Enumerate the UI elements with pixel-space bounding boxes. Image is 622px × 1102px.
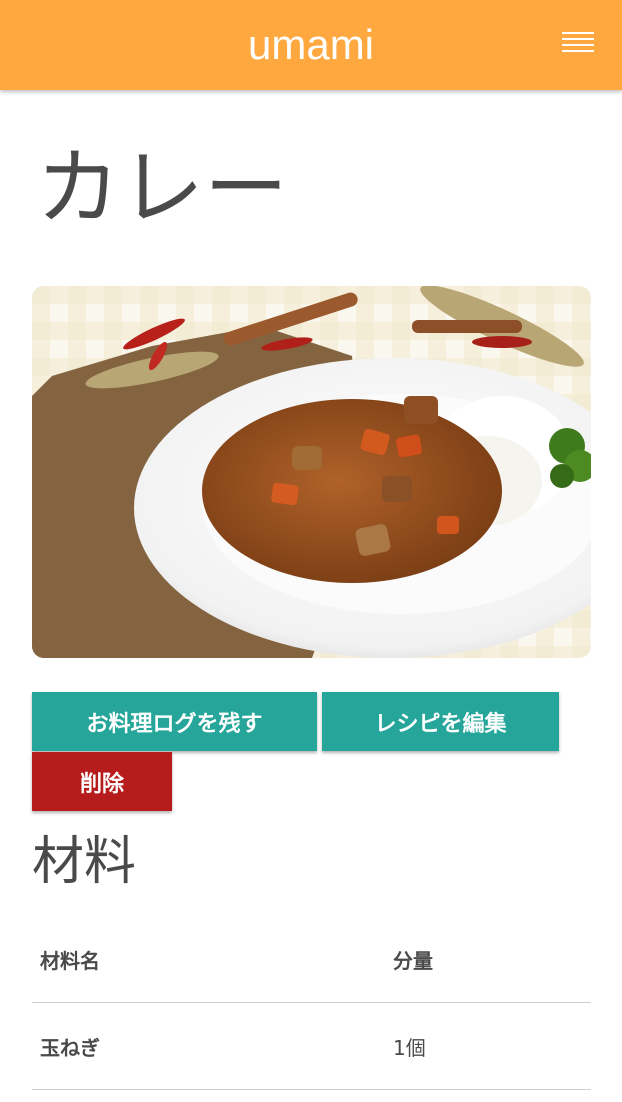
recipe-title: カレー — [36, 139, 289, 237]
table-header-row: 材料名 分量 — [32, 916, 591, 1003]
brand-logo[interactable]: umami — [0, 20, 622, 70]
top-app-bar: umami — [0, 0, 622, 90]
column-header-name: 材料名 — [32, 916, 385, 1003]
ingredients-heading: 材料 — [32, 832, 137, 892]
ingredient-name: 玉ねぎ — [32, 1002, 385, 1090]
ingredient-amount: 1個 — [385, 1002, 591, 1090]
hamburger-menu-icon[interactable] — [562, 32, 594, 56]
add-cooking-log-button[interactable]: お料理ログを残す — [32, 692, 317, 751]
recipe-photo — [32, 286, 591, 658]
table-row: 玉ねぎ 1個 — [32, 1002, 591, 1090]
ingredients-table: 材料名 分量 玉ねぎ 1個 — [32, 916, 591, 1090]
column-header-amount: 分量 — [385, 916, 591, 1003]
edit-recipe-button[interactable]: レシピを編集 — [322, 692, 559, 751]
delete-recipe-button[interactable]: 削除 — [32, 752, 172, 811]
